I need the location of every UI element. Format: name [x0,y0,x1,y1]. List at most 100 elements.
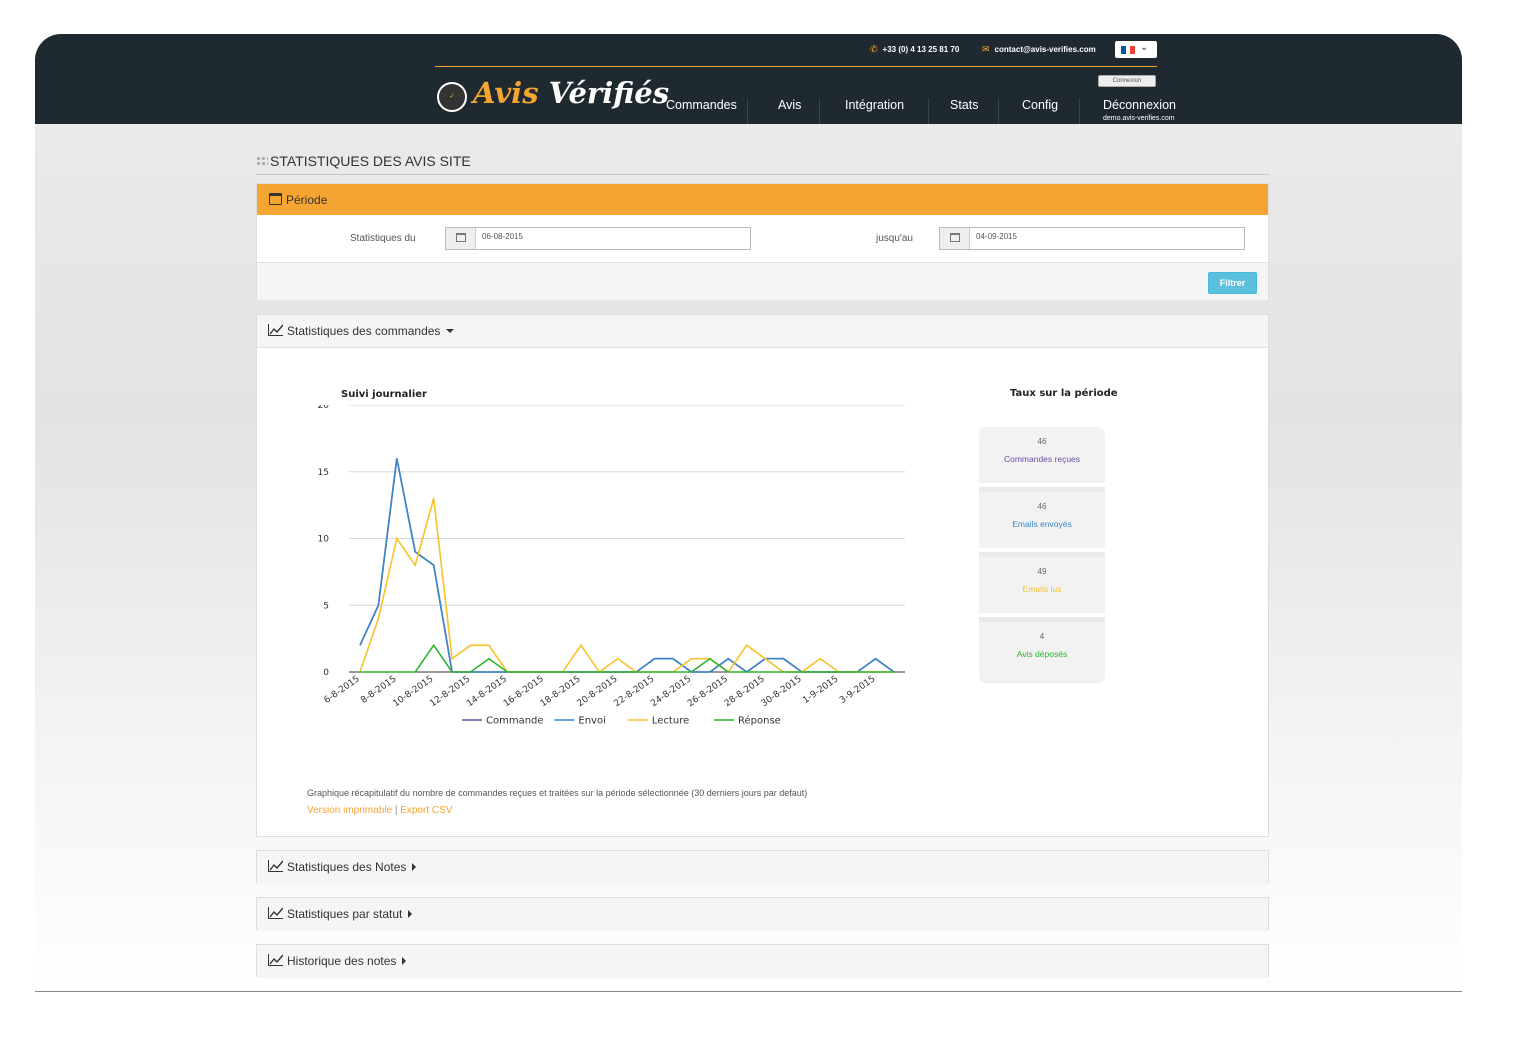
account-domain: demo.avis-verifies.com [1103,115,1175,122]
top-bar: ✆ +33 (0) 4 13 25 81 70 ✉ contact@avis-ver… [35,34,1462,124]
x-tick-label: 18-8-2015 [539,674,583,709]
series-line-lecture [359,498,894,674]
chart-description: Graphique récapitulatif du nombre de com… [307,788,808,798]
nav-config[interactable]: Config [1022,98,1058,112]
legend-label: Envoi [578,716,605,727]
app-frame: ✆ +33 (0) 4 13 25 81 70 ✉ contact@avis-ver… [35,34,1462,992]
nav-separator [819,98,820,124]
rate-emails-lus: 49 Emails lus [979,557,1105,617]
rates-title: Taux sur la période [1010,388,1118,399]
x-tick-label: 22-8-2015 [612,674,656,709]
france-flag-icon [1121,46,1136,54]
nav-separator [747,98,748,124]
legend-label: Lecture [652,716,689,727]
rate-label: Emails envoyés [1012,519,1072,529]
filter-button[interactable]: Filtrer [1208,272,1257,294]
notes-panel[interactable]: Statistiques des Notes [256,850,1269,884]
line-chart-icon [268,954,283,966]
periode-panel: Période Statistiques du jusqu'au Filtrer [256,183,1269,300]
x-tick-label: 14-8-2015 [465,674,509,709]
logo[interactable]: ✓ Avis Vérifiés [437,76,669,118]
from-date-field[interactable] [445,227,751,250]
calendar-icon [269,193,282,205]
from-date-addon[interactable] [446,228,476,249]
to-date-field[interactable] [939,227,1245,250]
periode-footer: Filtrer [257,262,1268,300]
historique-panel[interactable]: Historique des notes [256,944,1269,978]
rate-value: 46 [1037,437,1047,446]
rate-label: Emails lus [1022,584,1062,594]
periode-header: Période [257,184,1268,215]
x-tick-label: 12-8-2015 [428,674,472,709]
y-tick-label: 10 [318,535,330,545]
print-version-link[interactable]: Version imprimable [307,805,392,816]
to-date-input[interactable] [976,232,1176,241]
series-line-envoi [359,458,895,673]
logo-text-verifies: Vérifiés [548,76,670,110]
calendar-icon [949,233,960,242]
line-chart-icon [268,860,283,872]
notes-panel-header[interactable]: Statistiques des Notes [257,851,1268,884]
x-tick-label: 28-8-2015 [723,674,767,709]
logo-badge-icon: ✓ [437,82,467,112]
nav-separator [1079,98,1080,124]
rate-emails-envoyes: 46 Emails envoyés [979,492,1105,552]
header-divider [435,66,1157,67]
chevron-down-icon: ⌄ [1140,42,1149,53]
phone-contact[interactable]: ✆ +33 (0) 4 13 25 81 70 [870,44,959,55]
x-tick-label: 24-8-2015 [649,674,693,709]
commandes-panel-header[interactable]: Statistiques des commandes [257,315,1268,348]
statut-panel-header[interactable]: Statistiques par statut [257,898,1268,931]
language-selector[interactable]: ⌄ [1115,41,1157,58]
caret-right-icon [412,863,417,871]
x-tick-label: 1-9-2015 [801,674,840,706]
chart-title: Suivi journalier [341,389,427,400]
rate-label: Avis déposés [1016,649,1068,659]
nav-avis[interactable]: Avis [778,98,801,112]
legend-label: Commande [486,716,544,727]
export-csv-link[interactable]: Export CSV [400,805,452,816]
connexion-button[interactable]: Connexion [1098,75,1156,87]
x-tick-label: 6-8-2015 [323,674,362,706]
phone-icon: ✆ [870,44,878,54]
x-tick-label: 3-9-2015 [838,674,877,706]
rate-value: 46 [1037,502,1047,511]
from-date-input[interactable] [482,232,682,241]
from-label: Statistiques du [350,233,416,244]
title-divider [256,174,1269,175]
line-chart-icon [268,907,283,919]
envelope-icon: ✉ [982,44,990,54]
x-tick-label: 20-8-2015 [576,674,620,709]
rate-value: 49 [1037,567,1047,576]
statut-panel[interactable]: Statistiques par statut [256,897,1269,931]
nav-separator [928,98,929,124]
historique-panel-header[interactable]: Historique des notes [257,945,1268,978]
series-line-réponse [360,643,894,673]
nav-commandes[interactable]: Commandes [666,98,737,112]
to-label: jusqu'au [876,233,913,244]
x-tick-label: 16-8-2015 [502,674,546,709]
rate-commandes: 46 Commandes reçues [979,427,1105,487]
grid-icon [256,156,268,167]
rate-label: Commandes reçues [1003,454,1081,464]
rate-value: 4 [1039,632,1045,641]
nav-stats[interactable]: Stats [950,98,979,112]
to-date-addon[interactable] [940,228,970,249]
caret-right-icon [402,957,407,965]
logo-text-avis: Avis [473,76,539,110]
y-tick-label: 20 [318,405,330,411]
legend-label: Réponse [738,715,781,727]
y-tick-label: 5 [323,601,329,611]
calendar-icon [455,233,466,242]
y-tick-label: 0 [323,668,329,678]
x-tick-label: 26-8-2015 [686,674,730,709]
daily-chart: 051015206-8-20158-8-201510-8-201512-8-20… [318,405,905,727]
email-contact[interactable]: ✉ contact@avis-verifies.com [982,44,1096,55]
chart-links: Version imprimable | Export CSV [307,805,452,816]
nav-integration[interactable]: Intégration [845,98,904,112]
line-chart-icon [268,324,283,336]
nav-deconnexion[interactable]: Déconnexion [1103,98,1176,112]
rate-avis-deposes: 4 Avis déposés [979,622,1105,682]
link-separator: | [394,805,398,816]
x-tick-label: 10-8-2015 [391,674,435,709]
